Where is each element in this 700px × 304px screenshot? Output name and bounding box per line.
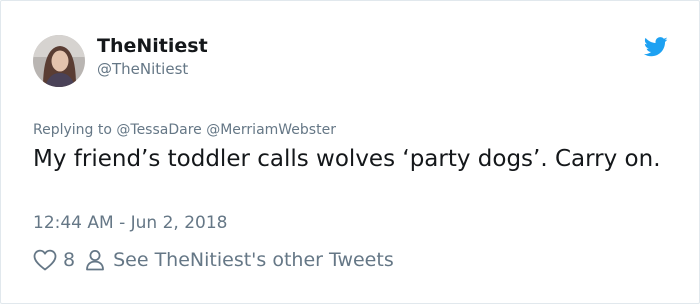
display-name[interactable]: TheNitiest: [97, 35, 208, 57]
like-count: 8: [63, 249, 76, 271]
tweet-card: TheNitiest @TheNitiest Replying to @Tess…: [0, 0, 700, 304]
other-tweets-label: See TheNitiest's other Tweets: [113, 249, 394, 271]
mention-link[interactable]: @TessaDare: [116, 122, 201, 138]
tweet-actions: 8 See TheNitiest's other Tweets: [33, 249, 394, 271]
person-icon: [85, 249, 105, 271]
profile-avatar: [33, 35, 85, 87]
twitter-bird-icon[interactable]: [643, 37, 668, 57]
tweet-text: My friend’s toddler calls wolves ‘party …: [33, 146, 661, 172]
replying-to: Replying to @TessaDare @MerriamWebster: [33, 122, 336, 138]
user-handle[interactable]: @TheNitiest: [97, 60, 188, 78]
avatar[interactable]: [33, 35, 85, 87]
other-tweets-link[interactable]: See TheNitiest's other Tweets: [85, 249, 394, 271]
like-button[interactable]: 8: [33, 249, 85, 271]
heart-icon: [33, 249, 57, 271]
mention-link[interactable]: @MerriamWebster: [206, 122, 336, 138]
replying-prefix: Replying to: [33, 122, 112, 138]
tweet-timestamp[interactable]: 12:44 AM - Jun 2, 2018: [33, 213, 228, 233]
